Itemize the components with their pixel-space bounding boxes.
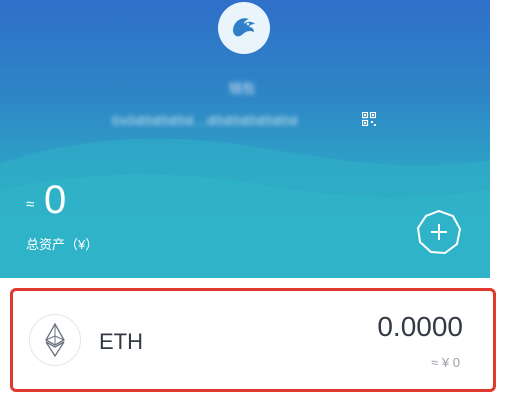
total-asset-label: 总资产（¥）	[26, 237, 99, 252]
wallet-address[interactable]: 0x0d0d0d0d...d0d0d0d0d0d	[112, 113, 362, 129]
qr-code-icon[interactable]	[362, 112, 376, 126]
wallet-name: 钱包	[228, 81, 255, 96]
token-row-eth[interactable]: ETH 0.0000 ≈ ¥ 0	[10, 288, 496, 392]
approx-symbol: ≈	[26, 196, 35, 213]
add-token-button[interactable]	[415, 208, 463, 256]
wallet-logo[interactable]	[218, 2, 270, 54]
total-asset-value: 0	[44, 178, 67, 222]
ethereum-icon	[29, 314, 81, 366]
token-symbol: ETH	[99, 329, 143, 354]
bird-logo-icon	[233, 18, 255, 37]
wallet-header: 钱包 0x0d0d0d0d...d0d0d0d0d0d ≈ 0 总资产（¥）	[0, 0, 490, 278]
token-fiat-value: ≈ ¥ 0	[431, 355, 460, 370]
token-balance: 0.0000	[377, 311, 463, 342]
